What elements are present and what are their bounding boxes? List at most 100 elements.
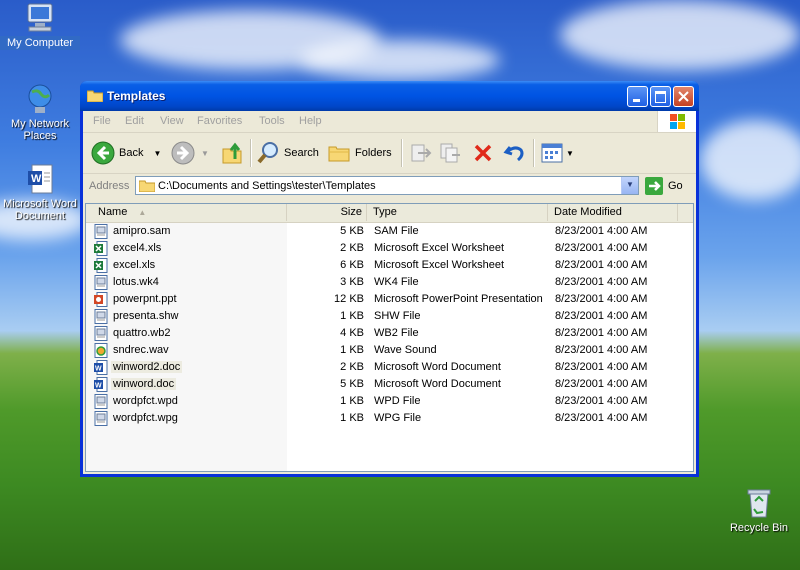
- file-row[interactable]: wordpfct.wpd 1 KB WPD File 8/23/2001 4:00 A…: [86, 393, 693, 410]
- views-button[interactable]: ▼: [540, 141, 574, 165]
- up-folder-button[interactable]: [221, 141, 245, 165]
- file-type: Microsoft Excel Worksheet: [374, 242, 505, 254]
- go-arrow-icon: [645, 177, 663, 195]
- title-bar[interactable]: Templates: [80, 81, 699, 111]
- toolbar-separator: [250, 139, 252, 167]
- file-date-modified: 8/23/2001 4:00 AM: [555, 361, 648, 373]
- move-to-button[interactable]: [408, 141, 432, 165]
- column-header-type[interactable]: Type: [367, 204, 548, 221]
- file-name: wordpfct.wpd: [113, 395, 178, 407]
- file-name: presenta.shw: [113, 310, 179, 322]
- file-size: 5 KB: [340, 378, 364, 390]
- file-size: 5 KB: [340, 225, 364, 237]
- file-date-modified: 8/23/2001 4:00 AM: [555, 259, 648, 271]
- window-client-area: File Edit View Favorites Tools Help Back…: [83, 111, 696, 474]
- menu-tools[interactable]: Tools: [259, 115, 285, 127]
- word-document-icon: W: [23, 163, 57, 195]
- file-name: excel4.xls: [113, 242, 162, 254]
- forward-button[interactable]: ▼: [171, 141, 209, 165]
- desktop-icon-my-network-places[interactable]: My Network Places: [0, 83, 80, 143]
- file-type: Microsoft PowerPoint Presentation: [374, 293, 543, 305]
- address-value: C:\Documents and Settings\tester\Templat…: [158, 180, 376, 192]
- generic-file-icon: [94, 411, 108, 426]
- generic-file-icon: [94, 224, 108, 239]
- file-name: winword2.doc: [111, 361, 183, 373]
- desktop-icon-recycle-bin[interactable]: Recycle Bin: [719, 487, 799, 535]
- file-row[interactable]: lotus.wk4 3 KB WK4 File 8/23/2001 4:00 AM: [86, 274, 693, 291]
- recycle-bin-icon: [742, 487, 776, 519]
- file-name: amipro.sam: [113, 225, 171, 237]
- desktop-icon-my-computer[interactable]: My Computer: [0, 2, 80, 50]
- cloud: [300, 40, 500, 80]
- file-list-view[interactable]: Name ▲ Size Type Date Modified amipro.sa…: [85, 203, 694, 472]
- column-header: Name ▲ Size Type Date Modified: [86, 204, 693, 223]
- windows-logo-icon: [657, 111, 696, 132]
- minimize-button[interactable]: [627, 86, 648, 107]
- forward-arrow-icon: [171, 141, 195, 165]
- file-type: WB2 File: [374, 327, 419, 339]
- close-button[interactable]: [673, 86, 694, 107]
- file-type: Microsoft Word Document: [374, 378, 501, 390]
- generic-file-icon: [94, 326, 108, 341]
- column-name-label: Name: [98, 206, 128, 218]
- file-type: Wave Sound: [374, 344, 437, 356]
- cloud: [700, 120, 800, 200]
- file-date-modified: 8/23/2001 4:00 AM: [555, 293, 648, 305]
- search-button[interactable]: Search: [256, 141, 319, 165]
- copy-to-button[interactable]: [438, 141, 462, 165]
- column-header-size[interactable]: Size: [287, 204, 367, 221]
- copy-to-icon: [440, 143, 460, 163]
- desktop-icon-word-document[interactable]: W Microsoft Word Document: [0, 163, 80, 223]
- close-icon: [678, 91, 689, 102]
- address-label: Address: [89, 180, 130, 192]
- menu-favorites[interactable]: Favorites: [197, 115, 242, 127]
- file-row[interactable]: excel.xls 6 KB Microsoft Excel Worksheet 8/…: [86, 257, 693, 274]
- computer-icon: [23, 2, 57, 34]
- file-name: quattro.wb2: [113, 327, 171, 339]
- file-row[interactable]: wordpfct.wpg 1 KB WPG File 8/23/2001 4:00 A…: [86, 410, 693, 427]
- menu-view[interactable]: View: [160, 115, 184, 127]
- maximize-icon: [655, 91, 666, 103]
- menu-edit[interactable]: Edit: [125, 115, 144, 127]
- search-label: Search: [284, 147, 319, 159]
- address-input[interactable]: C:\Documents and Settings\tester\Templat…: [135, 176, 639, 195]
- column-size-label: Size: [340, 206, 362, 218]
- file-size: 3 KB: [340, 276, 364, 288]
- go-button[interactable]: Go: [645, 177, 683, 195]
- file-type: WPG File: [374, 412, 422, 424]
- file-row[interactable]: amipro.sam 5 KB SAM File 8/23/2001 4:00 AM: [86, 223, 693, 240]
- folder-icon: [139, 180, 155, 192]
- delete-button[interactable]: [471, 141, 495, 165]
- column-date-label: Date Modified: [554, 206, 622, 218]
- sort-ascending-icon: ▲: [138, 208, 147, 217]
- file-size: 4 KB: [340, 327, 364, 339]
- file-row[interactable]: excel4.xls 2 KB Microsoft Excel Worksheet 8…: [86, 240, 693, 257]
- file-date-modified: 8/23/2001 4:00 AM: [555, 225, 648, 237]
- toolbar-separator: [533, 139, 535, 167]
- go-label: Go: [668, 180, 683, 192]
- file-row[interactable]: sndrec.wav 1 KB Wave Sound 8/23/2001 4:00 A…: [86, 342, 693, 359]
- file-date-modified: 8/23/2001 4:00 AM: [555, 242, 648, 254]
- file-row[interactable]: powerpnt.ppt 12 KB Microsoft PowerPoint Pr…: [86, 291, 693, 308]
- file-name: wordpfct.wpg: [113, 412, 178, 424]
- file-row[interactable]: quattro.wb2 4 KB WB2 File 8/23/2001 4:00 AM: [86, 325, 693, 342]
- file-row[interactable]: Wwinword.doc 5 KB Microsoft Word Document 8…: [86, 376, 693, 393]
- file-row[interactable]: Wwinword2.doc 2 KB Microsoft Word Document…: [86, 359, 693, 376]
- menu-file[interactable]: File: [93, 115, 111, 127]
- folders-label: Folders: [355, 147, 392, 159]
- menu-help[interactable]: Help: [299, 115, 322, 127]
- powerpoint-file-icon: [94, 292, 108, 307]
- svg-text:W: W: [95, 383, 102, 390]
- file-date-modified: 8/23/2001 4:00 AM: [555, 378, 648, 390]
- desktop-icon-label: Recycle Bin: [729, 522, 789, 534]
- back-button[interactable]: Back ▼: [91, 141, 161, 165]
- undo-button[interactable]: [503, 141, 527, 165]
- address-dropdown-button[interactable]: ▼: [621, 177, 638, 194]
- column-header-date[interactable]: Date Modified: [548, 204, 678, 221]
- column-header-name[interactable]: Name ▲: [86, 204, 287, 221]
- folders-button[interactable]: Folders: [327, 141, 392, 165]
- file-name: powerpnt.ppt: [113, 293, 177, 305]
- maximize-button[interactable]: [650, 86, 671, 107]
- folder-icon: [86, 89, 104, 103]
- file-row[interactable]: presenta.shw 1 KB SHW File 8/23/2001 4:00 A…: [86, 308, 693, 325]
